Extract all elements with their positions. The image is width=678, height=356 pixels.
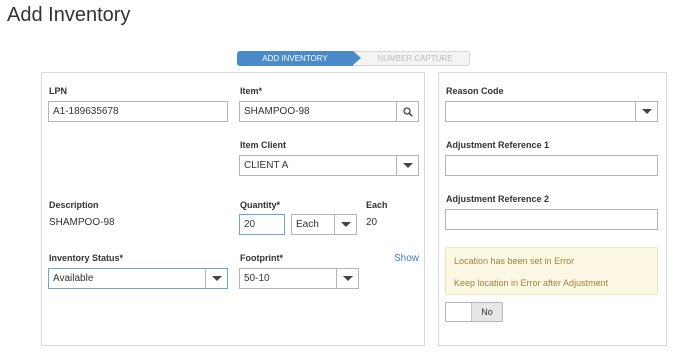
toggle-state-label: No	[472, 303, 502, 321]
description-label: Description	[49, 200, 99, 210]
lpn-input[interactable]: A1-189635678	[48, 101, 228, 122]
chevron-down-icon	[340, 222, 351, 227]
inventory-status-label: Inventory Status*	[49, 253, 124, 263]
chevron-down-icon	[641, 109, 652, 114]
step-arrow	[353, 51, 361, 65]
wizard-steps: NUMBER CAPTURE ADD INVENTORY	[237, 51, 470, 66]
alert-keep-error-label: Keep location in Error after Adjustment	[454, 278, 609, 288]
item-client-dropdown-button[interactable]	[396, 156, 418, 175]
item-client-select[interactable]: CLIENT A	[239, 155, 419, 176]
reason-code-label: Reason Code	[446, 86, 504, 96]
chevron-down-icon	[342, 276, 353, 281]
footprint-show-link[interactable]: Show	[394, 253, 419, 264]
inventory-status-dropdown-button[interactable]	[205, 269, 227, 288]
inventory-status-select[interactable]: Available	[48, 268, 228, 289]
adjustment-reference-2-input[interactable]	[445, 209, 658, 230]
lpn-label: LPN	[49, 86, 67, 96]
item-client-value: CLIENT A	[244, 160, 289, 171]
keep-location-error-toggle[interactable]: No	[445, 302, 503, 322]
location-error-alert: Location has been set in Error Keep loca…	[445, 247, 658, 295]
reason-code-dropdown-button[interactable]	[635, 102, 657, 121]
each-label: Each	[366, 200, 388, 210]
item-input[interactable]: SHAMPOO-98	[239, 101, 419, 122]
search-icon	[402, 106, 413, 117]
quantity-value: 20	[244, 219, 256, 230]
adjustment-reference-1-input[interactable]	[445, 155, 658, 176]
page-title: Add Inventory	[7, 4, 131, 26]
quantity-label: Quantity*	[240, 200, 281, 210]
item-search-button[interactable]	[396, 102, 418, 121]
quantity-uom-select[interactable]: Each	[291, 214, 357, 235]
adjustment-reference-2-label: Adjustment Reference 2	[446, 194, 550, 204]
quantity-input[interactable]: 20	[239, 214, 285, 235]
uom-dropdown-button[interactable]	[334, 215, 356, 234]
step-number-capture[interactable]: NUMBER CAPTURE	[353, 51, 470, 66]
toggle-knob[interactable]	[446, 303, 472, 321]
item-client-label: Item Client	[240, 140, 287, 150]
adjustment-reference-1-label: Adjustment Reference 1	[446, 140, 550, 150]
item-value: SHAMPOO-98	[244, 106, 310, 117]
each-value: 20	[366, 217, 378, 228]
chevron-down-icon	[402, 163, 413, 168]
inventory-status-value: Available	[53, 273, 94, 284]
description-value: SHAMPOO-98	[49, 217, 115, 228]
quantity-uom-value: Each	[296, 219, 319, 230]
footprint-label: Footprint*	[240, 253, 283, 263]
footprint-dropdown-button[interactable]	[336, 269, 358, 288]
item-label: Item*	[240, 86, 263, 96]
chevron-down-icon	[211, 276, 222, 281]
lpn-value: A1-189635678	[53, 106, 119, 117]
alert-message: Location has been set in Error	[454, 256, 575, 266]
footprint-value: 50-10	[244, 273, 270, 284]
footprint-select[interactable]: 50-10	[239, 268, 359, 289]
step-add-inventory[interactable]: ADD INVENTORY	[237, 51, 353, 66]
reason-code-select[interactable]	[445, 101, 658, 122]
